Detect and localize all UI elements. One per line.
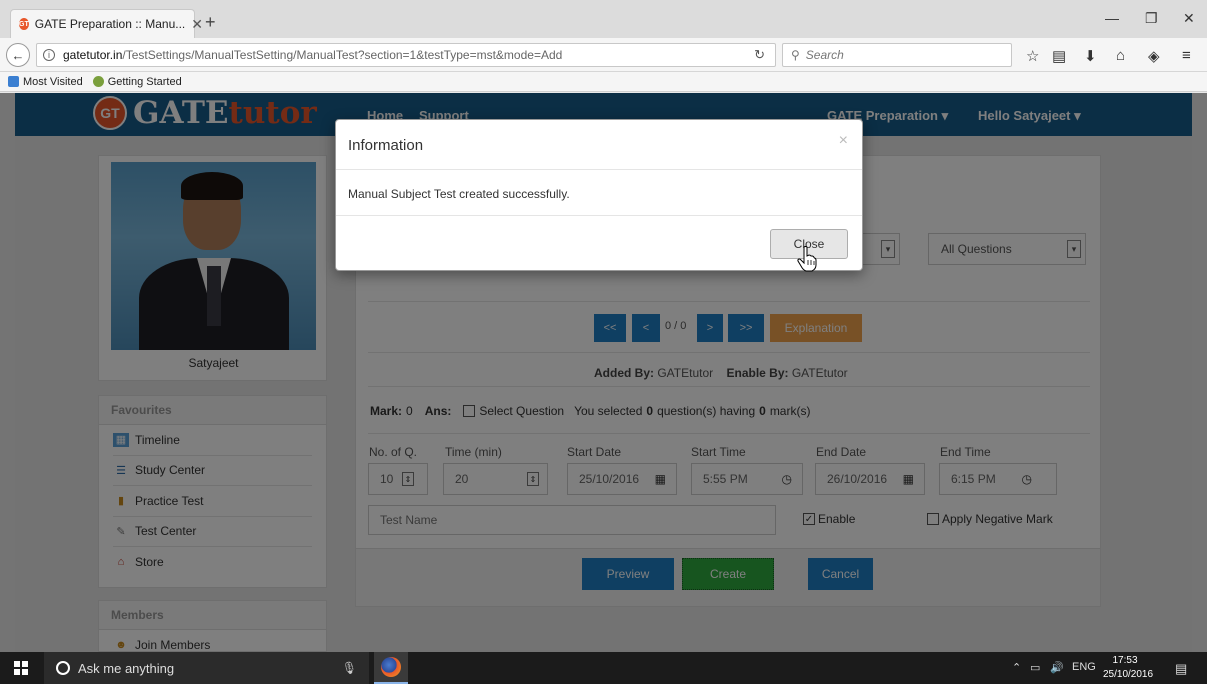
- url-host: gatetutor.in: [63, 48, 123, 62]
- search-input[interactable]: ⚲ Search: [782, 43, 1012, 67]
- information-dialog: Information × Manual Subject Test create…: [335, 119, 863, 271]
- home-icon[interactable]: ⌂: [1116, 47, 1125, 64]
- search-placeholder: Search: [805, 48, 844, 62]
- firefox-icon: [381, 657, 401, 677]
- clock-time: 17:53: [1112, 655, 1138, 666]
- browser-nav-bar: ← i gatetutor.in/TestSettings/ManualTest…: [0, 38, 1207, 72]
- microphone-icon[interactable]: 🎙: [342, 661, 357, 675]
- globe-icon: [92, 76, 104, 87]
- bookmark-star-icon[interactable]: ☆: [1026, 47, 1039, 65]
- bookmark-label: Getting Started: [107, 75, 182, 88]
- firefox-taskbar-button[interactable]: [374, 652, 408, 684]
- tray-chevron-icon[interactable]: ⌃: [1012, 661, 1021, 674]
- hand-cursor-icon: [797, 246, 817, 272]
- site-favicon-icon: GT: [19, 18, 29, 30]
- new-tab-button[interactable]: +: [205, 12, 216, 33]
- volume-icon[interactable]: 🔊: [1050, 661, 1064, 674]
- search-icon: ⚲: [791, 48, 800, 62]
- tab-title: GATE Preparation :: Manu...: [34, 17, 186, 31]
- clock-date: 25/10/2016: [1103, 669, 1154, 680]
- bookmark-most-visited[interactable]: Most Visited: [8, 76, 83, 88]
- bookmark-label: Most Visited: [23, 75, 83, 88]
- reading-list-icon[interactable]: ▤: [1052, 47, 1066, 65]
- notification-icon[interactable]: ▤: [1175, 661, 1187, 677]
- window-close-icon[interactable]: ✕: [1183, 10, 1195, 27]
- download-icon[interactable]: ⬇: [1084, 47, 1097, 65]
- back-arrow-icon[interactable]: ←: [6, 43, 30, 67]
- language-indicator[interactable]: ENG: [1072, 661, 1096, 673]
- bookmarks-toolbar: Most Visited Getting Started: [0, 72, 1207, 92]
- site-info-icon[interactable]: i: [43, 49, 55, 61]
- cortana-search-text: Ask me anything: [78, 660, 175, 676]
- reload-icon[interactable]: ↻: [754, 47, 765, 63]
- taskbar-clock[interactable]: 17:53 25/10/2016: [1103, 654, 1154, 682]
- bookmark-getting-started[interactable]: Getting Started: [92, 75, 182, 88]
- cortana-search-box[interactable]: Ask me anything 🎙: [44, 652, 369, 684]
- browser-tab[interactable]: GT GATE Preparation :: Manu... ✕: [10, 9, 203, 38]
- dialog-title: Information: [348, 137, 424, 154]
- windows-taskbar: Ask me anything 🎙 ⌃ ▭ 🔊 ENG 17:53 25/10/…: [0, 652, 1207, 684]
- browser-tab-bar: GT GATE Preparation :: Manu... ✕ + — ❐ ✕: [0, 0, 1207, 38]
- minimize-icon[interactable]: —: [1105, 10, 1119, 26]
- dialog-header: Information ×: [336, 120, 862, 170]
- windows-start-icon[interactable]: [14, 661, 28, 675]
- dialog-message: Manual Subject Test created successfully…: [348, 187, 570, 201]
- pocket-icon[interactable]: ◈: [1148, 47, 1160, 65]
- network-icon[interactable]: ▭: [1030, 661, 1040, 674]
- url-path: /TestSettings/ManualTestSetting/ManualTe…: [122, 48, 563, 62]
- cortana-icon: [56, 661, 70, 675]
- folder-icon: [8, 76, 19, 87]
- tab-close-icon[interactable]: ✕: [191, 16, 203, 33]
- dialog-footer: Close: [336, 215, 862, 272]
- close-icon[interactable]: ×: [839, 132, 848, 150]
- restore-icon[interactable]: ❐: [1145, 10, 1158, 27]
- address-bar[interactable]: i gatetutor.in/TestSettings/ManualTestSe…: [36, 43, 776, 67]
- menu-icon[interactable]: ≡: [1182, 47, 1191, 64]
